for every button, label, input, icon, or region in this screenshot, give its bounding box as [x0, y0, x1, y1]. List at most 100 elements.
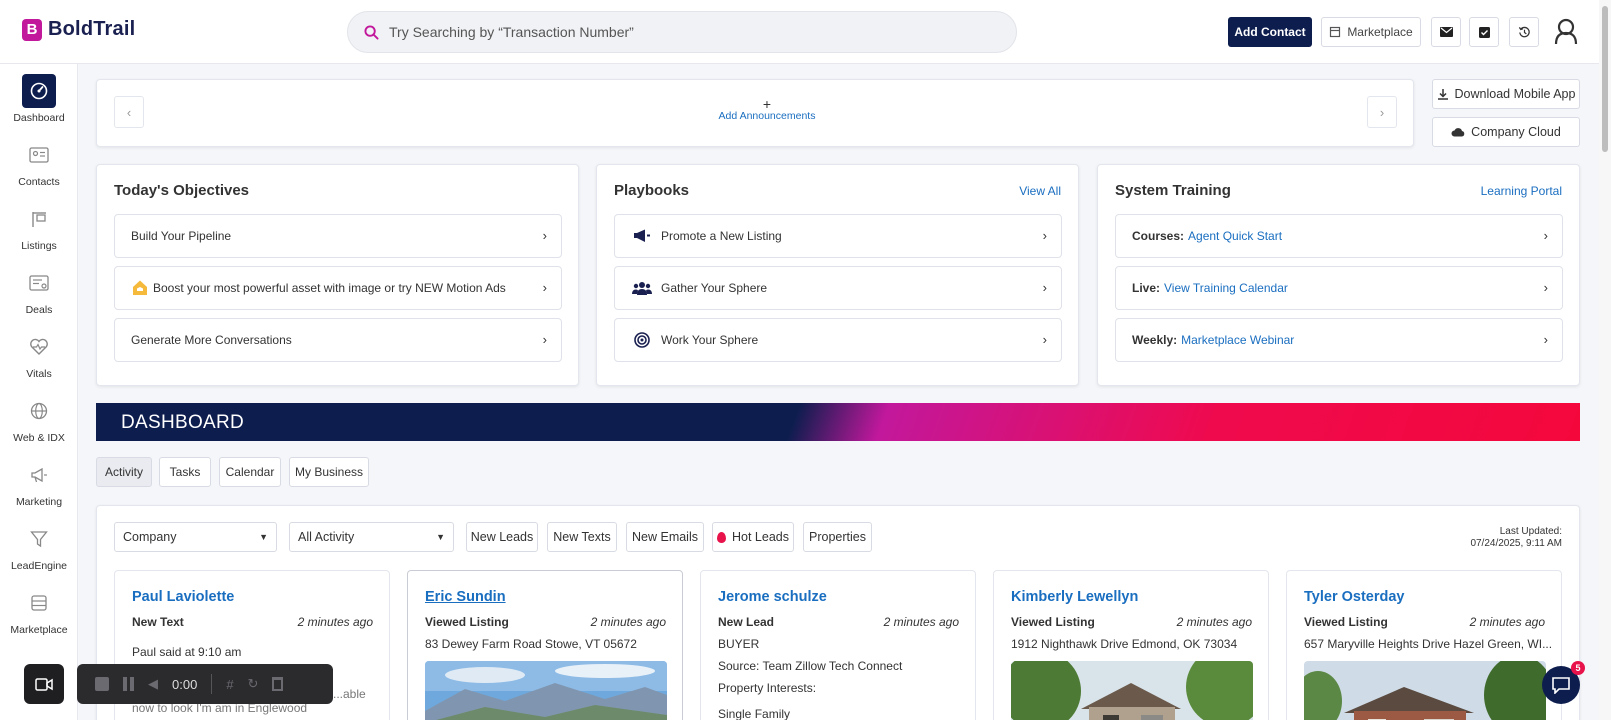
sidebar-item-listings[interactable]: Listings [0, 202, 78, 262]
activity-card[interactable]: Kimberly Lewellyn Viewed Listing 2 minut… [993, 570, 1269, 720]
filter-properties[interactable]: Properties [803, 522, 872, 552]
training-row-link[interactable]: Agent Quick Start [1188, 229, 1282, 243]
search-icon [364, 24, 379, 40]
filter-new-texts[interactable]: New Texts [547, 522, 617, 552]
company-cloud-button[interactable]: Company Cloud [1432, 117, 1580, 147]
playbook-row[interactable]: Promote a New Listing › [614, 214, 1062, 258]
objective-label: Boost your most powerful asset with imag… [153, 281, 506, 295]
view-all-link[interactable]: View All [1019, 184, 1061, 198]
megaphone-icon [631, 229, 653, 243]
add-announcement-label: Add Announcements [718, 110, 816, 122]
objective-row[interactable]: Build Your Pipeline › [114, 214, 562, 258]
activity-card[interactable]: Jerome schulze New Lead 2 minutes ago BU… [700, 570, 976, 720]
sidebar-item-marketplace[interactable]: Marketplace [0, 586, 78, 646]
globe-icon [22, 394, 56, 428]
chevron-right-icon: › [542, 280, 547, 295]
add-announcement-link[interactable]: + Add Announcements [707, 96, 827, 122]
mountain-landscape-image [425, 661, 667, 720]
listing-photo[interactable] [1011, 661, 1253, 720]
objective-label: Build Your Pipeline [131, 229, 232, 243]
training-row-prefix: Weekly: [1132, 333, 1178, 347]
history-button[interactable] [1509, 17, 1539, 47]
training-row[interactable]: Weekly: Marketplace Webinar › [1115, 318, 1563, 362]
contact-name-link[interactable]: Tyler Osterday [1304, 589, 1404, 605]
contact-card-icon [22, 138, 56, 172]
sidebar-item-label: Deals [25, 304, 53, 316]
download-icon [1437, 89, 1448, 100]
chevron-right-icon: › [1042, 228, 1047, 243]
training-row[interactable]: Courses: Agent Quick Start › [1115, 214, 1563, 258]
company-select[interactable]: Company ▼ [114, 522, 277, 552]
envelope-icon [1439, 27, 1453, 37]
mute-icon[interactable]: ◀ [148, 676, 158, 692]
tab-my-business[interactable]: My Business [289, 457, 369, 487]
sidebar-item-web-idx[interactable]: Web & IDX [0, 394, 78, 454]
sidebar-item-contacts[interactable]: Contacts [0, 138, 78, 198]
tab-tasks[interactable]: Tasks [159, 457, 211, 487]
filter-hot-leads[interactable]: Hot Leads [712, 522, 794, 552]
trash-icon[interactable] [272, 677, 284, 691]
learning-portal-link[interactable]: Learning Portal [1481, 184, 1562, 198]
scrollbar-thumb[interactable] [1602, 6, 1608, 152]
listing-photo[interactable] [425, 661, 667, 720]
listing-photo[interactable] [1304, 661, 1546, 720]
training-title: System Training [1115, 182, 1231, 199]
global-search[interactable] [347, 11, 1017, 53]
grid-icon[interactable]: # [226, 677, 233, 692]
contact-name-link[interactable]: Kimberly Lewellyn [1011, 589, 1138, 605]
contact-name-link[interactable]: Paul Laviolette [132, 589, 234, 605]
carousel-next-button[interactable]: › [1367, 96, 1397, 128]
restart-icon[interactable]: ↻ [248, 676, 259, 692]
user-avatar[interactable] [1554, 18, 1578, 45]
listing-address: 657 Maryville Heights Drive Hazel Green,… [1304, 637, 1553, 651]
screen-recorder-toolbar: ◀ 0:00 # ↻ [77, 664, 333, 704]
playbooks-panel: Playbooks View All Promote a New Listing… [596, 164, 1079, 386]
funnel-icon [22, 522, 56, 556]
plus-icon: + [762, 96, 772, 112]
chevron-right-icon: › [1543, 228, 1548, 243]
playbook-row[interactable]: Gather Your Sphere › [614, 266, 1062, 310]
objective-row[interactable]: Boost your most powerful asset with imag… [114, 266, 562, 310]
pause-icon[interactable] [123, 677, 134, 691]
tasks-button[interactable] [1469, 17, 1499, 47]
sidebar-item-dashboard[interactable]: Dashboard [0, 74, 78, 134]
stop-recording-button[interactable] [95, 677, 109, 691]
email-button[interactable] [1431, 17, 1461, 47]
training-row-link[interactable]: Marketplace Webinar [1181, 333, 1294, 347]
app-logo[interactable]: B BoldTrail [22, 18, 135, 41]
activity-card[interactable]: Tyler Osterday Viewed Listing 2 minutes … [1286, 570, 1562, 720]
contact-name-link[interactable]: Eric Sundin [425, 589, 506, 605]
page-scrollbar[interactable] [1599, 0, 1611, 720]
sidebar-item-label: Dashboard [13, 112, 65, 124]
listing-address: 83 Dewey Farm Road Stowe, VT 05672 [425, 637, 637, 651]
activity-type-select[interactable]: All Activity ▼ [289, 522, 454, 552]
activity-type: Viewed Listing [1011, 615, 1095, 629]
objective-row[interactable]: Generate More Conversations › [114, 318, 562, 362]
sidebar-item-leadengine[interactable]: LeadEngine [0, 522, 78, 582]
tab-activity[interactable]: Activity [96, 457, 152, 487]
lead-type: BUYER [718, 637, 760, 651]
sidebar-item-deals[interactable]: Deals [0, 266, 78, 326]
lead-property-interests: Property Interests: [718, 681, 817, 695]
tab-calendar[interactable]: Calendar [219, 457, 281, 487]
flame-icon [717, 531, 726, 543]
playbook-row[interactable]: Work Your Sphere › [614, 318, 1062, 362]
activity-card[interactable]: Eric Sundin Viewed Listing 2 minutes ago… [407, 570, 683, 720]
sidebar-item-marketing[interactable]: Marketing [0, 458, 78, 518]
camera-toggle-button[interactable] [24, 664, 64, 704]
search-input[interactable] [389, 24, 969, 40]
activity-time: 2 minutes ago [1176, 615, 1252, 629]
sidebar-item-vitals[interactable]: Vitals [0, 330, 78, 390]
filter-new-emails[interactable]: New Emails [626, 522, 704, 552]
carousel-prev-button[interactable]: ‹ [114, 96, 144, 128]
filter-new-leads[interactable]: New Leads [466, 522, 538, 552]
training-row[interactable]: Live: View Training Calendar › [1115, 266, 1563, 310]
add-contact-button[interactable]: Add Contact [1228, 17, 1312, 47]
marketplace-button[interactable]: Marketplace [1321, 17, 1421, 47]
dashboard-title: DASHBOARD [121, 412, 245, 433]
contact-name-link[interactable]: Jerome schulze [718, 589, 827, 605]
objective-label: Generate More Conversations [131, 333, 292, 347]
chevron-right-icon: › [1042, 280, 1047, 295]
download-mobile-app-button[interactable]: Download Mobile App [1432, 79, 1580, 109]
training-row-link[interactable]: View Training Calendar [1164, 281, 1288, 295]
